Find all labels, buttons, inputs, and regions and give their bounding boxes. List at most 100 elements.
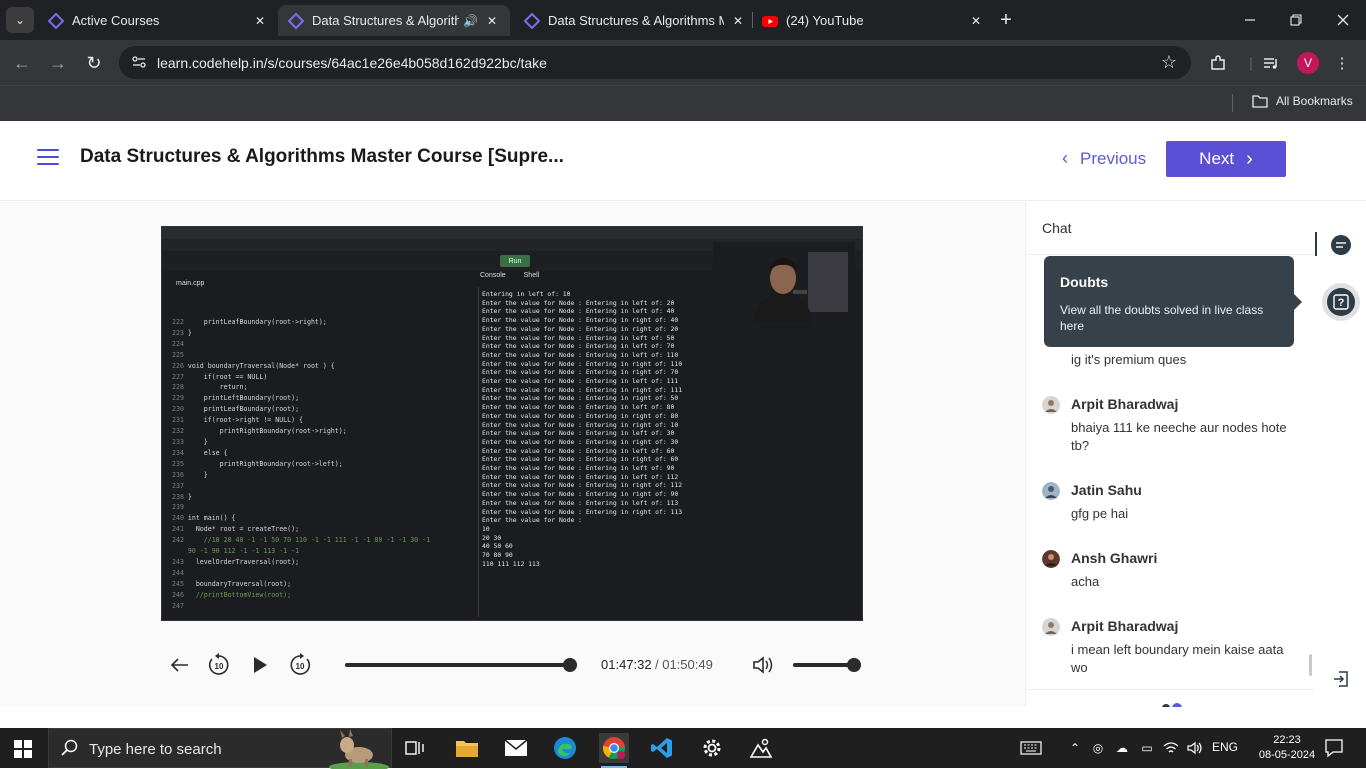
video-console-line: Enter the value for Node : Entering in r… xyxy=(482,507,683,516)
video-console-line: 10 xyxy=(482,524,490,533)
video-run-button: Run xyxy=(500,255,530,267)
profile-avatar[interactable]: V xyxy=(1297,52,1319,74)
media-controls-icon[interactable] xyxy=(1260,52,1282,74)
video-code-text: //printBottomView(root); xyxy=(187,590,292,599)
chat-scrollbar[interactable] xyxy=(1309,654,1312,676)
forward-arrow-icon[interactable]: → xyxy=(47,52,69,74)
minimize-icon[interactable] xyxy=(1238,8,1262,32)
close-icon[interactable]: ✕ xyxy=(252,13,268,29)
video-line-number: 237 xyxy=(172,481,188,490)
course-page: Data Structures & Algorithms Master Cour… xyxy=(0,121,1366,707)
chevron-up-icon[interactable]: ⌃ xyxy=(1067,740,1083,756)
camera-in-use-icon[interactable]: ◎ xyxy=(1090,740,1106,756)
video-console-line: Enter the value for Node : Entering in r… xyxy=(482,324,679,333)
tab-youtube[interactable]: (24) YouTube ✕ xyxy=(762,5,984,36)
video-frame[interactable]: Run main.cpp Console Shell 222 printLeaf… xyxy=(161,226,863,621)
restore-icon[interactable] xyxy=(1284,8,1308,32)
course-header: Data Structures & Algorithms Master Cour… xyxy=(0,121,1366,201)
tab-dsa-course-active[interactable]: Data Structures & Algorithms 🔊 ✕ xyxy=(278,5,510,36)
video-console-line: Enter the value for Node : Entering in l… xyxy=(482,498,679,507)
seek-handle[interactable] xyxy=(563,658,578,672)
video-code-line: 235 printRightBoundary(root->left); xyxy=(172,459,472,470)
keyboard-layout-icon[interactable] xyxy=(1019,740,1043,756)
video-code-text: //10 20 40 -1 -1 50 70 110 -1 -1 111 -1 … xyxy=(187,536,431,545)
video-console-line: Enter the value for Node : Entering in r… xyxy=(482,316,679,325)
forward-10-icon[interactable]: 10 xyxy=(287,652,313,678)
volume-icon[interactable] xyxy=(750,652,776,678)
chevron-right-icon: › xyxy=(1246,147,1253,170)
notification-icon[interactable] xyxy=(1324,738,1344,758)
site-settings-icon[interactable] xyxy=(131,54,147,70)
back-arrow-icon[interactable] xyxy=(167,652,193,678)
taskbar-clock[interactable]: 22:23 08-05-2024 xyxy=(1257,733,1317,763)
window-close-icon[interactable] xyxy=(1331,8,1355,32)
file-explorer-icon[interactable] xyxy=(452,733,482,763)
chat-message-text: ig it's premium ques xyxy=(1071,352,1187,367)
battery-icon[interactable]: ▭ xyxy=(1139,740,1155,756)
tab-search-dropdown-button[interactable]: ⌄ xyxy=(6,7,34,33)
avatar xyxy=(1042,482,1060,500)
side-rail: ? xyxy=(1315,202,1366,707)
video-line-number: 238 xyxy=(172,492,188,501)
wifi-icon[interactable] xyxy=(1163,740,1179,756)
mail-icon[interactable] xyxy=(501,733,531,763)
close-icon[interactable]: ✕ xyxy=(968,13,984,29)
chrome-icon[interactable] xyxy=(599,733,629,768)
all-bookmarks-button[interactable]: All Bookmarks xyxy=(1252,94,1353,108)
video-shell-tab: Shell xyxy=(523,272,540,279)
video-console-line: Enter the value for Node : Entering in r… xyxy=(482,420,679,429)
svg-text:10: 10 xyxy=(215,662,224,671)
doubts-button[interactable]: ? xyxy=(1322,283,1360,321)
next-button[interactable]: Next › xyxy=(1166,141,1286,177)
video-line-number: 224 xyxy=(172,339,188,348)
video-line-number: 225 xyxy=(172,350,188,359)
search-icon xyxy=(61,739,78,756)
video-pane-divider xyxy=(478,287,479,617)
new-tab-plus-icon[interactable]: + xyxy=(995,9,1017,31)
video-console-line: Enter the value for Node : Entering in r… xyxy=(482,359,683,368)
tab-active-courses[interactable]: Active Courses ✕ xyxy=(48,5,268,36)
video-console-line: Enter the value for Node : Entering in l… xyxy=(482,333,675,342)
extensions-icon[interactable] xyxy=(1207,52,1229,74)
video-code-line: 224 xyxy=(172,339,472,350)
address-bar[interactable]: learn.codehelp.in/s/courses/64ac1e26e4b0… xyxy=(119,46,1191,79)
next-label: Next xyxy=(1199,149,1235,168)
video-line-number xyxy=(172,547,188,555)
cloud-sync-icon[interactable]: ☁ xyxy=(1114,740,1130,756)
video-line-number: 236 xyxy=(172,470,188,479)
volume-slider[interactable] xyxy=(793,663,855,667)
speaker-icon[interactable]: 🔊 xyxy=(463,14,478,28)
video-line-number: 230 xyxy=(172,405,188,414)
previous-button[interactable]: ‹ Previous xyxy=(1062,148,1146,169)
close-icon[interactable]: ✕ xyxy=(730,13,746,29)
taskbar-search-box[interactable]: Type here to search xyxy=(48,728,392,769)
chat-bubble-icon[interactable] xyxy=(1329,233,1353,257)
play-icon[interactable] xyxy=(247,652,273,678)
hamburger-menu-icon[interactable] xyxy=(37,149,59,167)
task-view-icon[interactable] xyxy=(401,733,431,763)
vscode-icon[interactable] xyxy=(647,733,677,763)
video-code-line: 231 if(root->right != NULL) { xyxy=(172,415,472,426)
seek-bar[interactable] xyxy=(345,663,577,667)
close-icon[interactable]: ✕ xyxy=(484,13,500,29)
windows-start-icon[interactable] xyxy=(14,740,32,758)
reload-icon[interactable]: ↻ xyxy=(83,52,105,74)
previous-label: Previous xyxy=(1080,148,1147,168)
photos-icon[interactable] xyxy=(746,733,776,763)
volume-handle[interactable] xyxy=(847,658,861,672)
exit-icon[interactable] xyxy=(1329,667,1353,691)
rewind-10-icon[interactable]: 10 xyxy=(206,652,232,678)
bookmark-star-icon[interactable]: ☆ xyxy=(1161,52,1177,73)
video-code-line: 222 printLeafBoundary(root->right); xyxy=(172,317,472,328)
back-arrow-icon[interactable]: ← xyxy=(11,52,33,74)
video-console-line: Enter the value for Node : Entering in l… xyxy=(482,307,675,316)
language-indicator[interactable]: ENG xyxy=(1212,740,1238,754)
webcam-overlay xyxy=(713,242,855,322)
more-menu-icon[interactable]: ⋮ xyxy=(1331,52,1353,74)
settings-gear-icon[interactable] xyxy=(697,733,727,763)
presenter-image xyxy=(713,242,855,322)
video-code-line: 241 Node* root = createTree(); xyxy=(172,524,472,535)
tab-dsa-master[interactable]: Data Structures & Algorithms M ✕ xyxy=(524,5,746,36)
edge-browser-icon[interactable] xyxy=(550,733,580,763)
volume-tray-icon[interactable] xyxy=(1187,740,1203,756)
